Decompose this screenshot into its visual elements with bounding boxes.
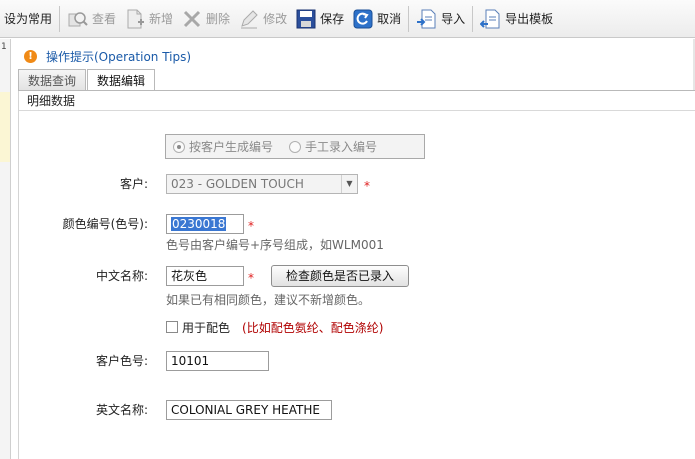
- english-name-label: 英文名称:: [95, 403, 148, 417]
- section-title-text: 明细数据: [27, 94, 76, 108]
- view-button[interactable]: 查看: [63, 0, 120, 38]
- radio-auto-number[interactable]: 按客户生成编号: [173, 138, 273, 155]
- color-code-value: 0230018: [171, 217, 227, 231]
- import-button[interactable]: 导入: [412, 0, 469, 38]
- add-icon: [124, 8, 146, 30]
- left-strip-highlight: [0, 92, 10, 162]
- save-label: 保存: [320, 12, 345, 26]
- customer-color-no-value: 10101: [171, 354, 210, 368]
- chinese-name-value: 花灰色: [171, 269, 208, 283]
- left-strip-number: 1: [1, 42, 7, 52]
- english-name-field[interactable]: COLONIAL GREY HEATHE: [166, 400, 332, 420]
- tab-data-edit[interactable]: 数据编辑: [87, 69, 156, 91]
- delete-icon: [181, 8, 203, 30]
- operation-tips[interactable]: ! 操作提示(Operation Tips): [24, 46, 191, 66]
- left-strip: 1: [0, 39, 11, 459]
- tab-bar: 数据查询 数据编辑: [18, 69, 156, 91]
- chinese-name-field[interactable]: 花灰色: [166, 266, 244, 286]
- radio-auto-number-label: 按客户生成编号: [189, 140, 274, 154]
- chinese-name-label: 中文名称:: [95, 269, 148, 283]
- check-color-button[interactable]: 检查颜色是否已录入: [271, 265, 409, 287]
- use-for-matching-note: (比如配色氨纶、配色涤纶): [242, 320, 384, 335]
- toolbar-separator: [59, 5, 61, 32]
- export-template-label: 导出模板: [505, 12, 554, 26]
- color-code-hint: 色号由客户编号+序号组成，如WLM001: [166, 238, 384, 252]
- customer-label: 客户:: [119, 177, 148, 191]
- required-mark: *: [364, 179, 370, 193]
- operation-tips-text: 操作提示(Operation Tips): [46, 49, 192, 64]
- import-icon: [416, 8, 438, 30]
- required-mark: *: [248, 219, 254, 233]
- toolbar-separator: [408, 5, 410, 32]
- chevron-down-icon[interactable]: ▼: [341, 175, 357, 193]
- edit-label: 修改: [263, 12, 288, 26]
- required-mark: *: [248, 271, 254, 285]
- radio-manual-number-label: 手工录入编号: [305, 140, 378, 154]
- english-name-value: COLONIAL GREY HEATHE: [171, 403, 320, 417]
- use-for-matching-label[interactable]: 用于配色: [182, 319, 230, 336]
- color-code-label: 颜色编号(色号):: [62, 217, 148, 231]
- add-button[interactable]: 新增: [120, 0, 177, 38]
- numbering-mode-group: 按客户生成编号 手工录入编号: [165, 134, 425, 159]
- set-favorite-label: 设为常用: [4, 12, 53, 26]
- warning-icon: !: [24, 49, 37, 63]
- set-favorite-button[interactable]: 设为常用: [0, 0, 56, 38]
- add-label: 新增: [149, 12, 174, 26]
- chinese-name-hint: 如果已有相同颜色，建议不新增颜色。: [166, 293, 371, 307]
- use-for-matching-checkbox[interactable]: [166, 321, 178, 333]
- view-label: 查看: [92, 12, 117, 26]
- save-button[interactable]: 保存: [291, 0, 348, 38]
- save-icon: [295, 8, 317, 30]
- delete-label: 删除: [206, 12, 231, 26]
- radio-button[interactable]: [173, 140, 185, 153]
- toolbar-separator: [472, 5, 474, 32]
- radio-manual-number[interactable]: 手工录入编号: [289, 138, 377, 155]
- edit-button[interactable]: 修改: [234, 0, 291, 38]
- use-for-matching-row: 用于配色 (比如配色氨纶、配色涤纶): [166, 318, 383, 336]
- cancel-label: 取消: [377, 12, 402, 26]
- delete-button[interactable]: 删除: [177, 0, 234, 38]
- customer-color-no-label: 客户色号:: [95, 354, 148, 368]
- customer-select-value: 023 - GOLDEN TOUCH: [171, 177, 304, 191]
- view-icon: [67, 8, 89, 30]
- export-template-button[interactable]: 导出模板: [476, 0, 557, 38]
- toolbar: 设为常用 查看 新增 删除 修改 保存 取消 导入 导出模板: [0, 0, 695, 38]
- radio-button[interactable]: [289, 140, 302, 153]
- edit-icon: [238, 8, 260, 30]
- customer-select[interactable]: 023 - GOLDEN TOUCH ▼: [166, 174, 358, 194]
- color-code-field[interactable]: 0230018: [166, 214, 244, 234]
- section-title: 明细数据: [19, 91, 695, 111]
- tab-data-query[interactable]: 数据查询: [18, 69, 87, 90]
- cancel-icon: [352, 8, 374, 30]
- customer-color-no-field[interactable]: 10101: [166, 351, 269, 371]
- export-template-icon: [479, 8, 502, 30]
- cancel-button[interactable]: 取消: [348, 0, 405, 38]
- import-label: 导入: [441, 12, 466, 26]
